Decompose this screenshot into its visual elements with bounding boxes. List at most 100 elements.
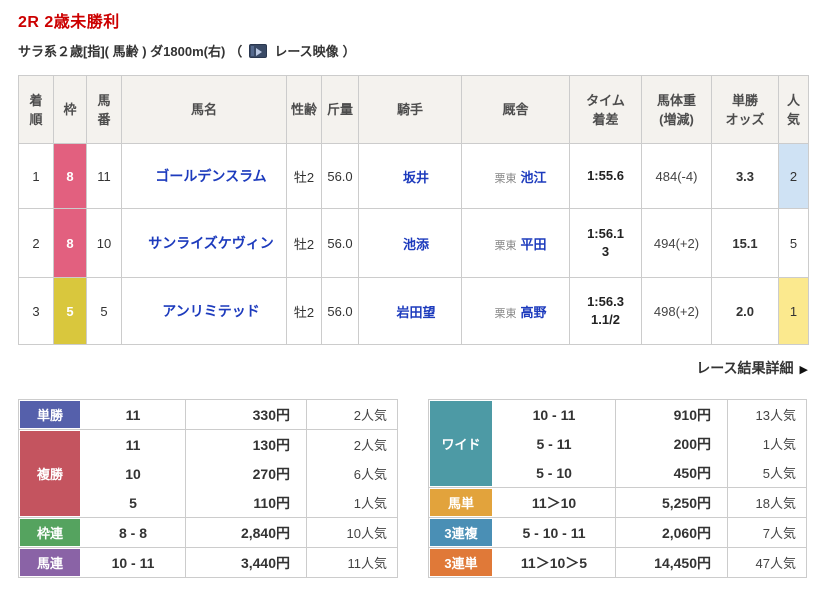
detail-link-row: レース結果詳細 ▶ [18, 358, 808, 378]
trainer-link[interactable]: 高野 [520, 305, 546, 320]
payout-row: 11＞10＞5 14,450円 47人気 [493, 548, 806, 577]
time-margin-cell: 1:55.6 [569, 143, 642, 209]
col-header-weight: 斤量 [321, 75, 359, 144]
weight-cell: 56.0 [321, 277, 359, 345]
race-conditions: サラ系２歳[指]( 馬齢 ) ダ1800m(右) （ レース映像 ） [18, 41, 807, 60]
horse-name-cell: サンライズケヴィン [121, 208, 287, 278]
horse-link[interactable]: サンライズケヴィン [148, 235, 274, 251]
bet-type-label: 3連単 [429, 548, 493, 577]
race-result-detail-link[interactable]: レース結果詳細 ▶ [696, 360, 808, 376]
horse-weight-cell: 484(-4) [641, 143, 712, 209]
horse-name-cell: ゴールデンスラム [121, 143, 287, 209]
payout-row: 8 - 8 2,840円 10人気 [81, 518, 397, 547]
bet-type-label: 複勝 [19, 430, 81, 517]
payout-group-wide: ワイド 10 - 11 910円 13人気 5 - 11 200円 1人気 5 … [429, 400, 806, 487]
payout-amount: 5,250円 [615, 488, 727, 517]
rank-cell: 3 [18, 277, 54, 345]
payout-amount: 130円 [185, 430, 306, 459]
horse-number-cell: 5 [86, 277, 122, 345]
jockey-link[interactable]: 岩田望 [396, 305, 435, 320]
horse-number-cell: 10 [86, 208, 122, 278]
payout-amount: 2,840円 [185, 518, 306, 547]
weight-cell: 56.0 [321, 143, 359, 209]
payout-combination: 5 [129, 494, 137, 511]
jockey-cell: 坂井 [358, 143, 462, 209]
odds-cell: 2.0 [711, 277, 779, 345]
payout-amount: 270円 [185, 459, 306, 488]
popularity-cell: 1 [778, 277, 809, 345]
bet-type-label: 馬単 [429, 488, 493, 517]
col-header-time: タイム 着差 [569, 75, 642, 144]
payout-row: 10 - 11 910円 13人気 [493, 400, 806, 429]
stable-region: 栗東 [494, 307, 517, 320]
payout-popularity: 7人気 [727, 518, 806, 547]
payout-amount: 3,440円 [185, 548, 306, 577]
time-margin-cell: 1:56.1 3 [569, 208, 642, 278]
popularity-cell: 5 [778, 208, 809, 278]
col-header-popularity: 人 気 [778, 75, 809, 144]
rank-cell: 2 [18, 208, 54, 278]
stable-region: 栗東 [494, 172, 517, 185]
payout-popularity: 13人気 [727, 400, 806, 429]
finish-time: 1:56.1 [587, 226, 624, 241]
stable-region: 栗東 [494, 239, 517, 252]
col-header-stable: 厩舎 [461, 75, 570, 144]
payout-combination: 5 - 10 - 11 [522, 524, 586, 541]
payout-combination: 5 - 10 [536, 464, 572, 481]
trainer-link[interactable]: 池江 [520, 170, 546, 185]
stable-cell: 栗東 平田 [461, 208, 570, 278]
col-header-odds: 単勝 オッズ [711, 75, 779, 144]
stable-cell: 栗東 池江 [461, 143, 570, 209]
horse-link[interactable]: アンリミテッド [162, 303, 259, 319]
finish-time: 1:55.6 [587, 168, 624, 183]
frame-cell: 8 [53, 143, 87, 209]
payout-popularity: 2人気 [306, 400, 397, 429]
result-row-3: 3 5 5 アンリミテッド 牡2 56.0 岩田望 栗東 高野 1:56.3 1.… [18, 277, 809, 345]
race-conditions-text: サラ系２歳[指]( 馬齢 ) ダ1800m(右) [18, 44, 226, 59]
col-header-jockey: 騎手 [358, 75, 462, 144]
payout-popularity: 11人気 [306, 548, 397, 577]
payout-popularity: 2人気 [306, 430, 397, 459]
payout-combination: 8 - 8 [118, 524, 147, 541]
payout-group-umaren: 馬連 10 - 11 3,440円 11人気 [19, 547, 397, 577]
payout-row: 5 - 10 450円 5人気 [493, 458, 806, 487]
sex-age-cell: 牡2 [286, 208, 322, 278]
payout-popularity: 18人気 [727, 488, 806, 517]
payout-combination: 11＞10＞5 [520, 554, 588, 571]
payout-popularity: 5人気 [727, 458, 806, 487]
horse-weight-cell: 498(+2) [641, 277, 712, 345]
payout-amount: 200円 [615, 429, 727, 458]
horse-link[interactable]: ゴールデンスラム [155, 168, 266, 184]
payout-row: 10 - 11 3,440円 11人気 [81, 548, 397, 577]
race-result-table: 着 順 枠 馬 番 馬名 性齢 斤量 騎手 厩舎 タイム 着差 馬体重 (増減)… [18, 75, 809, 345]
margin: 1.1/2 [591, 312, 620, 327]
payout-table-right: ワイド 10 - 11 910円 13人気 5 - 11 200円 1人気 5 … [428, 399, 807, 578]
payout-group-sanrenpuku: 3連複 5 - 10 - 11 2,060円 7人気 [429, 517, 806, 547]
jockey-cell: 岩田望 [358, 277, 462, 345]
bet-type-label: 単勝 [19, 400, 81, 429]
horse-number-cell: 11 [86, 143, 122, 209]
payout-row: 11＞10 5,250円 18人気 [493, 488, 806, 517]
frame-cell: 5 [53, 277, 87, 345]
payout-group-wakuren: 枠連 8 - 8 2,840円 10人気 [19, 517, 397, 547]
payout-popularity: 6人気 [306, 459, 397, 488]
bet-type-label: ワイド [429, 400, 493, 487]
payout-group-fukusho: 複勝 11 130円 2人気 10 270円 6人気 5 110円 1人気 [19, 429, 397, 517]
page-title: 2R 2歳未勝利 [18, 14, 120, 31]
payout-amount: 2,060円 [615, 518, 727, 547]
jockey-link[interactable]: 池添 [403, 237, 429, 252]
result-row-1: 1 8 11 ゴールデンスラム 牡2 56.0 坂井 栗東 池江 1:55.6 4… [18, 143, 809, 209]
payout-row: 5 110円 1人気 [81, 488, 397, 517]
payout-group-tansho: 単勝 11 330円 2人気 [19, 400, 397, 429]
payout-combination: 11 [125, 436, 141, 453]
jockey-cell: 池添 [358, 208, 462, 278]
race-video-link[interactable]: レース映像 [274, 41, 338, 60]
col-header-sex-age: 性齢 [286, 75, 322, 144]
trainer-link[interactable]: 平田 [520, 237, 546, 252]
bet-type-label: 枠連 [19, 518, 81, 547]
video-icon[interactable] [249, 43, 268, 58]
payout-row: 5 - 11 200円 1人気 [493, 429, 806, 458]
jockey-link[interactable]: 坂井 [403, 170, 429, 185]
payout-combination: 10 - 11 [111, 554, 155, 571]
odds-cell: 3.3 [711, 143, 779, 209]
